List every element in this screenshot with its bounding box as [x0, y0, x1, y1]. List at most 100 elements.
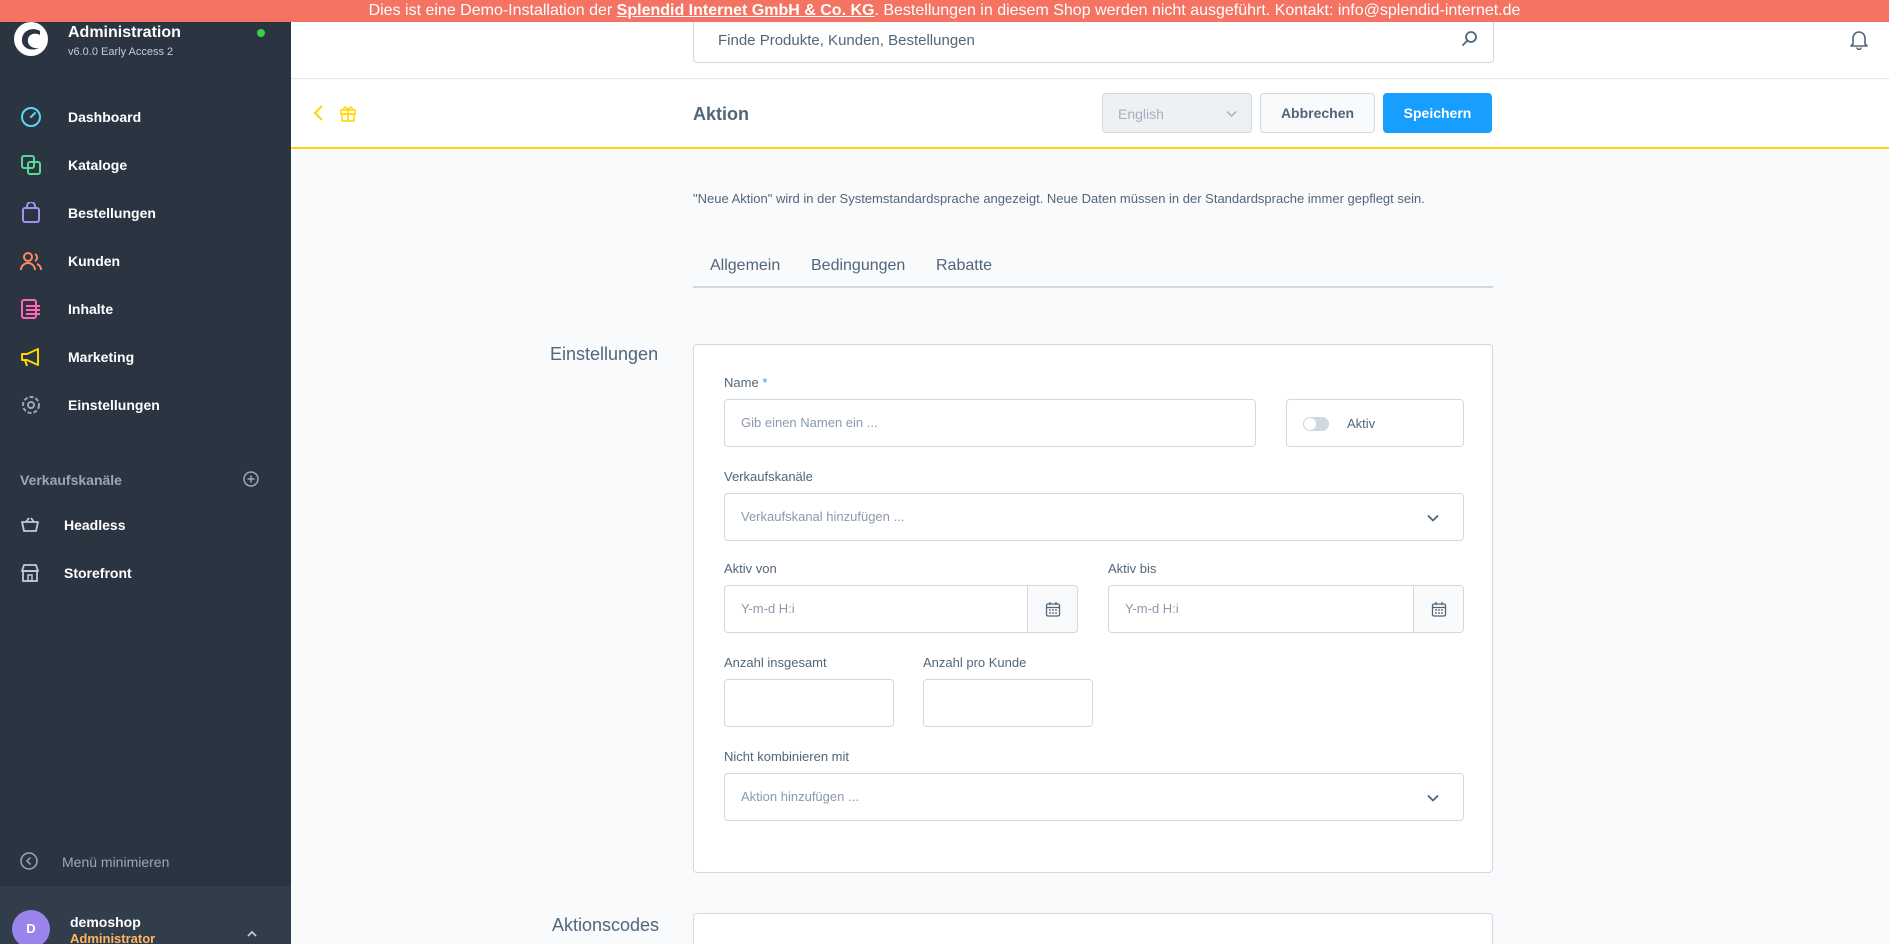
- name-label-text: Name: [724, 375, 759, 390]
- settings-card: Name * Gib einen Namen ein ... Aktiv Ver…: [693, 344, 1493, 873]
- chevron-down-icon: [1226, 110, 1237, 118]
- brand-version: v6.0.0 Early Access 2: [68, 46, 174, 58]
- channel-item-headless[interactable]: Headless: [0, 505, 291, 545]
- cancel-button[interactable]: Abbrechen: [1260, 93, 1375, 133]
- shopware-logo-icon: [14, 22, 48, 56]
- max-uses-per-customer-input[interactable]: [923, 679, 1093, 727]
- active-toggle[interactable]: [1303, 417, 1329, 431]
- nav-label: Inhalte: [68, 301, 114, 317]
- language-notice: "Neue Aktion" wird in der Systemstandard…: [693, 191, 1425, 206]
- user-role: Administrator: [70, 931, 156, 944]
- brand[interactable]: Administration v6.0.0 Early Access 2: [14, 22, 284, 62]
- notification-bell-icon[interactable]: [1848, 28, 1870, 50]
- customers-icon: [20, 252, 42, 271]
- smart-bar: Aktion English Abbrechen Speichern: [291, 80, 1889, 149]
- nav-label: Kataloge: [68, 157, 128, 173]
- nav-label: Marketing: [68, 349, 135, 365]
- marketing-icon: [21, 348, 39, 367]
- nav-label: Bestellungen: [68, 205, 156, 221]
- nav-label: Kunden: [68, 253, 121, 269]
- add-channel-icon[interactable]: [243, 471, 259, 487]
- user-menu[interactable]: D demoshop Administrator: [0, 886, 291, 944]
- promotion-codes-section-title: Aktionscodes: [552, 915, 660, 935]
- language-select[interactable]: English: [1102, 93, 1252, 133]
- tabs: Allgemein Bedingungen Rabatte: [693, 250, 1493, 288]
- gift-icon: [340, 106, 356, 122]
- active-switch[interactable]: Aktiv: [1286, 399, 1464, 447]
- nav-item-orders[interactable]: Bestellungen: [0, 189, 291, 237]
- name-input[interactable]: Gib einen Namen ein ...: [724, 399, 1256, 447]
- valid-until-input[interactable]: Y-m-d H:i: [1108, 585, 1464, 633]
- channel-label: Storefront: [64, 565, 132, 581]
- storefront-icon: [21, 564, 39, 582]
- minimize-menu-label: Menü minimieren: [62, 854, 170, 870]
- sales-channels-select[interactable]: Verkaufskanal hinzufügen ...: [724, 493, 1464, 541]
- chevron-down-icon: [1427, 514, 1439, 522]
- nav-label: Dashboard: [68, 109, 142, 125]
- content-icon: [21, 299, 40, 319]
- valid-from-label: Aktiv von: [724, 561, 777, 576]
- catalog-icon: [21, 155, 41, 175]
- settings-icon: [22, 396, 40, 414]
- settings-section-title: Einstellungen: [550, 344, 659, 364]
- language-value: English: [1118, 106, 1164, 122]
- valid-until-placeholder: Y-m-d H:i: [1125, 601, 1179, 616]
- search-icon[interactable]: [1461, 30, 1479, 48]
- banner-suffix: . Bestellungen in diesem Shop werden nic…: [874, 2, 1521, 19]
- page-title: Aktion: [693, 104, 749, 124]
- sales-channels-label: Verkaufskanäle: [724, 469, 813, 484]
- max-uses-total-input[interactable]: [724, 679, 894, 727]
- chevron-left-circle-icon: [20, 852, 38, 870]
- nav-item-catalog[interactable]: Kataloge: [0, 141, 291, 189]
- valid-from-calendar-button[interactable]: [1027, 586, 1077, 632]
- valid-until-calendar-button[interactable]: [1413, 586, 1463, 632]
- chevron-up-icon: [247, 930, 257, 937]
- demo-banner: Dies ist eine Demo-Installation der Sple…: [0, 0, 1889, 22]
- valid-until-label: Aktiv bis: [1108, 561, 1157, 576]
- sales-channels-title: Verkaufskanäle: [20, 472, 122, 488]
- banner-company-link[interactable]: Splendid Internet GmbH & Co. KG: [617, 2, 875, 19]
- sales-channels-placeholder: Verkaufskanal hinzufügen ...: [741, 509, 905, 524]
- basket-icon: [21, 517, 39, 532]
- nav-item-customers[interactable]: Kunden: [0, 237, 291, 285]
- sidebar: Administration v6.0.0 Early Access 2 Das…: [0, 0, 291, 944]
- calendar-icon: [1431, 602, 1447, 617]
- user-name: demoshop: [70, 914, 141, 930]
- nav-item-dashboard[interactable]: Dashboard: [0, 93, 291, 141]
- valid-from-input[interactable]: Y-m-d H:i: [724, 585, 1078, 633]
- required-marker: *: [762, 375, 768, 390]
- main-nav: Dashboard Kataloge Bestellungen Kunden I…: [0, 93, 291, 429]
- dashboard-icon: [21, 107, 41, 127]
- tab-general[interactable]: Allgemein: [710, 257, 780, 275]
- brand-title: Administration: [68, 24, 181, 41]
- promotion-codes-card: [693, 913, 1493, 944]
- nav-item-content[interactable]: Inhalte: [0, 285, 291, 333]
- exclusions-label: Nicht kombinieren mit: [724, 749, 849, 764]
- search-placeholder: Finde Produkte, Kunden, Bestellungen: [718, 32, 975, 49]
- name-label: Name *: [724, 375, 767, 390]
- exclusions-select[interactable]: Aktion hinzufügen ...: [724, 773, 1464, 821]
- active-label: Aktiv: [1347, 416, 1376, 431]
- calendar-icon: [1045, 602, 1061, 617]
- avatar: D: [12, 910, 50, 944]
- valid-from-placeholder: Y-m-d H:i: [741, 601, 795, 616]
- tab-discounts[interactable]: Rabatte: [936, 257, 992, 275]
- channel-label: Headless: [64, 517, 126, 533]
- chevron-down-icon: [1427, 794, 1439, 802]
- nav-item-settings[interactable]: Einstellungen: [0, 381, 291, 429]
- status-indicator: [257, 29, 265, 37]
- exclusions-placeholder: Aktion hinzufügen ...: [741, 789, 859, 804]
- max-uses-total-label: Anzahl insgesamt: [724, 655, 827, 670]
- orders-icon: [22, 202, 40, 223]
- max-uses-per-customer-label: Anzahl pro Kunde: [923, 655, 1027, 670]
- back-arrow-icon[interactable]: [311, 104, 327, 122]
- nav-label: Einstellungen: [68, 397, 160, 413]
- top-header: Finde Produkte, Kunden, Bestellungen: [291, 20, 1889, 79]
- tab-conditions[interactable]: Bedingungen: [811, 257, 905, 275]
- banner-prefix: Dies ist eine Demo-Installation der: [368, 2, 617, 19]
- nav-item-marketing[interactable]: Marketing: [0, 333, 291, 381]
- channel-item-storefront[interactable]: Storefront: [0, 553, 291, 593]
- save-button[interactable]: Speichern: [1383, 93, 1492, 133]
- global-search-input[interactable]: Finde Produkte, Kunden, Bestellungen: [693, 20, 1494, 63]
- name-placeholder: Gib einen Namen ein ...: [741, 415, 878, 430]
